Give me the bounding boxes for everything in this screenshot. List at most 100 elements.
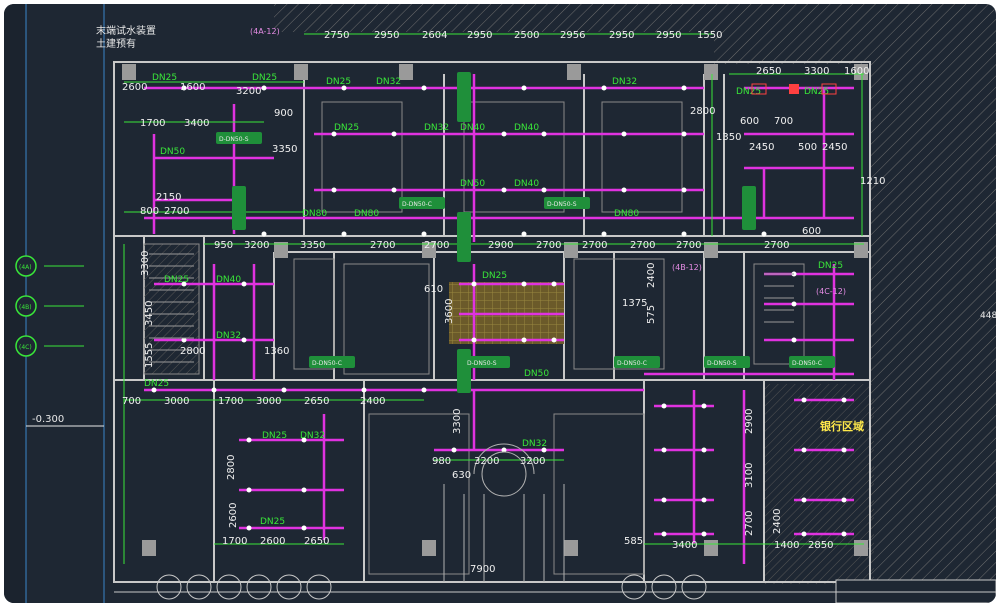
dim-label: 2500 (514, 30, 539, 41)
pipe-label: DN25 (260, 517, 285, 527)
dim-label: 500 (798, 142, 817, 153)
valve-tag: D-DN50-S (547, 201, 577, 208)
dim-label: 2800 (226, 455, 237, 480)
dim-label: 2850 (808, 540, 833, 551)
dim-label: 2800 (690, 106, 715, 117)
dim-label: 700 (122, 396, 141, 407)
dim-label: 2400 (646, 263, 657, 288)
dim-label: 3200 (244, 240, 269, 251)
dim-label: 1700 (222, 536, 247, 547)
dim-label: 1360 (264, 346, 289, 357)
pipe-label: DN25 (262, 431, 287, 441)
pipe-label: DN50 (524, 369, 549, 379)
grid-lines (25, 4, 105, 603)
valve-tag: D-DN50-S (219, 136, 249, 143)
hatch-right (870, 64, 996, 584)
dim-label: 800 (140, 206, 159, 217)
dim-label: 700 (774, 116, 793, 127)
dim-label: 600 (740, 116, 759, 127)
dim-label: 3200 (520, 456, 545, 467)
pipe-label: DN25 (144, 379, 169, 389)
dim-label: 1400 (774, 540, 799, 551)
small-tag: (4B-12) (672, 263, 702, 272)
pipe-label: DN25 (252, 73, 277, 83)
trees (156, 574, 707, 600)
pipe-label: DN32 (216, 331, 241, 341)
dim-label: 2400 (772, 509, 783, 534)
axis-marker-label: (4A) (19, 264, 32, 271)
dim-label: 2950 (467, 30, 492, 41)
dim-label: 950 (214, 240, 233, 251)
pipe-label: DN25 (334, 123, 359, 133)
pipe-label: DN50 (460, 179, 485, 189)
level-mark: -0.300 (32, 414, 64, 425)
dim-label: 2750 (324, 30, 349, 41)
right-edge-text: 448 (980, 311, 996, 321)
dim-label: 3100 (744, 463, 755, 488)
pipe-label: DN32 (612, 77, 637, 87)
floor-plan-drawing: D-DN50-S D-DN50-C D-DN50-S D-DN50-C D-DN… (4, 4, 996, 603)
dim-label: 630 (452, 470, 471, 481)
dim-label: 1550 (697, 30, 722, 41)
entrance-arc (443, 443, 565, 582)
dim-label: 2650 (756, 66, 781, 77)
dim-label: 3000 (256, 396, 281, 407)
pipe-label: DN25 (804, 87, 829, 97)
dim-label: 575 (646, 305, 657, 324)
row2-dimensions: 3000 1700 3000 2650 2400 700 (122, 396, 385, 407)
dim-label: 7900 (470, 564, 495, 575)
pipe-label: DN50 (160, 147, 185, 157)
dim-label: 2700 (370, 240, 395, 251)
dim-label: 1600 (180, 82, 205, 93)
dim-label: 585 (624, 536, 643, 547)
dim-label: 2700 (582, 240, 607, 251)
dim-label: 3300 (452, 409, 463, 434)
top-right-dimensions: 2650 3300 1600 2800 1350 600 700 2450 50… (690, 66, 885, 237)
dim-label: 2604 (422, 30, 447, 41)
pipe-label: DN32 (522, 439, 547, 449)
valve-tag: D-DN50-C (792, 360, 822, 367)
dim-label: 2450 (822, 142, 847, 153)
top-left-dimensions: 2600 1600 3200 900 1700 3400 3350 (122, 82, 297, 155)
dim-label: 2700 (536, 240, 561, 251)
pipe-label: DN32 (376, 77, 401, 87)
dim-label: 2700 (676, 240, 701, 251)
dim-label: 2950 (609, 30, 634, 41)
dim-label: 2900 (488, 240, 513, 251)
note-line-2: 土建预有 (96, 37, 136, 50)
top-dimensions: 2750 2950 2604 2950 2500 2956 2950 2950 … (324, 30, 722, 41)
axis-markers: (4A) (4B) (4C) (15, 255, 84, 357)
cad-viewport[interactable]: D-DN50-S D-DN50-C D-DN50-S D-DN50-C D-DN… (4, 4, 996, 603)
pipe-label: DN80 (354, 209, 379, 219)
dim-label: 2900 (744, 409, 755, 434)
screenshot-frame: D-DN50-S D-DN50-C D-DN50-S D-DN50-C D-DN… (0, 0, 1000, 607)
pipe-label: DN25 (736, 87, 761, 97)
dim-label: 3200 (474, 456, 499, 467)
valve-tag: D-DN50-C (617, 360, 647, 367)
dim-label: 2400 (360, 396, 385, 407)
small-tag: (4A-12) (250, 27, 280, 36)
dim-label: 2700 (630, 240, 655, 251)
dim-label: 1210 (860, 176, 885, 187)
dim-label: 3400 (672, 540, 697, 551)
dim-label: 610 (424, 284, 443, 295)
dim-label: 2800 (180, 346, 205, 357)
note-line-1: 末端试水装置 (96, 24, 156, 37)
dim-label: 3350 (300, 240, 325, 251)
dim-label: 2150 (156, 192, 181, 203)
pipe-label: DN40 (514, 123, 539, 133)
pipe-label: DN32 (300, 431, 325, 441)
pipe-label: DN25 (164, 275, 189, 285)
dim-label: 1350 (716, 132, 741, 143)
dim-label: 2700 (164, 206, 189, 217)
dim-label: 2600 (122, 82, 147, 93)
pipe-label: DN25 (152, 73, 177, 83)
pipe-label: DN40 (460, 123, 485, 133)
dim-label: 1700 (140, 118, 165, 129)
dim-label: 3200 (236, 86, 261, 97)
valve-tag: D-DN50-S (467, 360, 497, 367)
dim-label: 3450 (144, 301, 155, 326)
pipe-label: DN25 (818, 261, 843, 271)
dim-label: 3000 (164, 396, 189, 407)
dim-label: 2956 (560, 30, 585, 41)
